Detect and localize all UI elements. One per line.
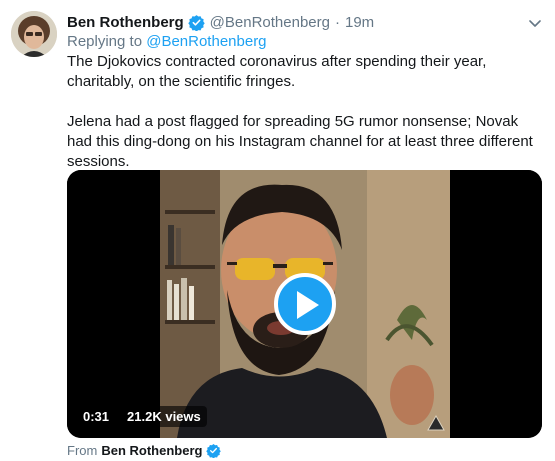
- chevron-down-icon[interactable]: [529, 16, 541, 27]
- video-duration: 0:31: [77, 406, 116, 427]
- replying-to: Replying to @BenRothenberg: [67, 33, 267, 50]
- source-name-link[interactable]: Ben Rothenberg: [101, 443, 202, 458]
- tweet-timestamp[interactable]: 19m: [345, 14, 374, 31]
- tweet-text: The Djokovics contracted coronavirus aft…: [67, 52, 537, 172]
- video-views: 21.2K views: [121, 406, 207, 427]
- replying-handle-link[interactable]: @BenRothenberg: [146, 33, 266, 50]
- tweet-paragraph: The Djokovics contracted coronavirus aft…: [67, 53, 487, 90]
- verified-badge-icon: [206, 443, 222, 459]
- tweet-header: Ben Rothenberg @BenRothenberg · 19m: [67, 11, 374, 33]
- video-info: 0:31 21.2K views: [77, 406, 207, 427]
- video-source: From Ben Rothenberg: [67, 443, 222, 459]
- separator-dot: ·: [334, 13, 340, 31]
- author-avatar[interactable]: [11, 11, 57, 57]
- tweet-paragraph: Jelena had a post flagged for spreading …: [67, 113, 533, 170]
- author-name[interactable]: Ben Rothenberg: [67, 14, 184, 31]
- video-player[interactable]: 0:31 21.2K views: [67, 170, 542, 438]
- play-icon: [297, 291, 319, 319]
- verified-badge-icon: [187, 14, 205, 31]
- replying-prefix: Replying to: [67, 33, 143, 50]
- author-handle[interactable]: @BenRothenberg: [210, 14, 330, 31]
- play-button[interactable]: [274, 273, 336, 335]
- source-prefix: From: [67, 443, 98, 458]
